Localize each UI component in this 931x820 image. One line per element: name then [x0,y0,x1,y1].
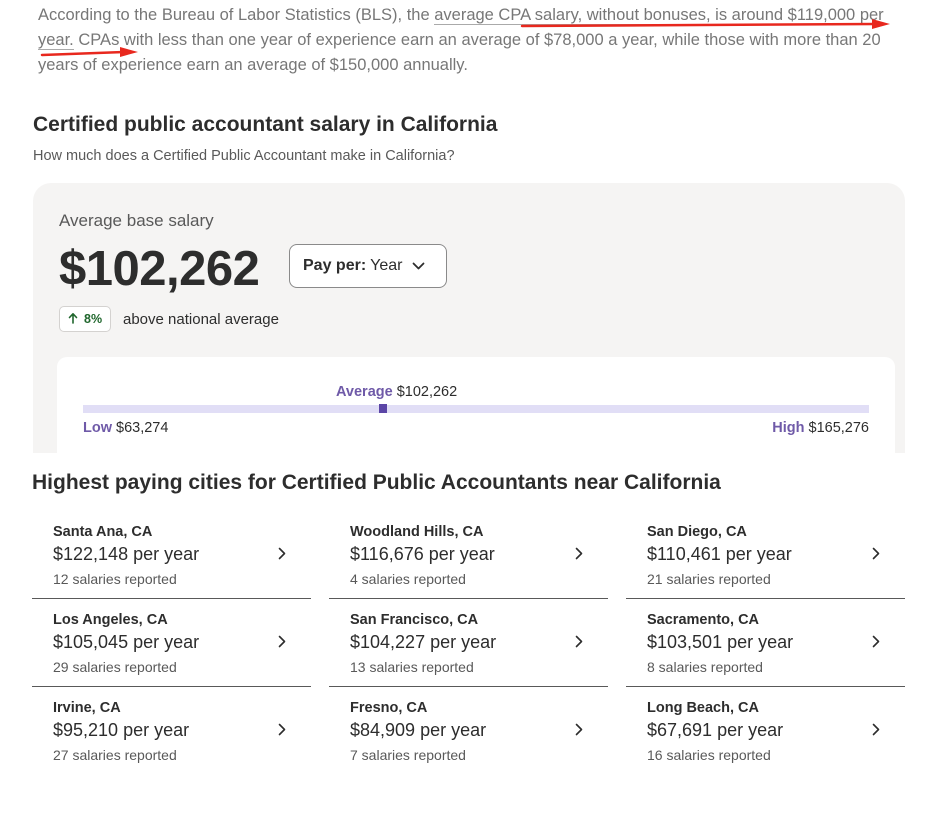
city-pay: $104,227 per year [350,632,497,652]
chevron-right-icon [869,721,883,737]
arrow-up-icon [68,311,78,327]
city-name: San Francisco, CA [350,612,479,628]
city-card[interactable]: Fresno, CA $84,909 per year 7 salaries r… [329,687,608,775]
chevron-right-icon [275,721,289,737]
city-card[interactable]: Long Beach, CA $67,691 per year 16 salar… [626,687,905,775]
city-count: 27 salaries reported [53,747,177,763]
city-name: Santa Ana, CA [53,524,153,540]
city-card[interactable]: Sacramento, CA $103,501 per year 8 salar… [626,599,905,687]
average-salary-amount: $102,262 [59,242,260,296]
city-pay: $116,676 per year [350,544,495,564]
range-average-marker [379,404,388,413]
salary-card: Average base salary $102,262 Pay per: Ye… [33,183,905,457]
city-count: 4 salaries reported [350,571,466,587]
city-pay: $67,691 per year [647,720,784,740]
city-count: 21 salaries reported [647,571,771,587]
intro-paragraph: According to the Bureau of Labor Statist… [38,3,908,78]
range-high-value: $165,276 [808,420,869,436]
range-low-value: $63,274 [116,420,169,436]
city-name: Fresno, CA [350,700,428,716]
city-card[interactable]: San Diego, CA $110,461 per year 21 salar… [626,511,905,599]
city-count: 8 salaries reported [647,659,763,675]
range-average-label: Average [336,384,393,400]
city-card[interactable]: Woodland Hills, CA $116,676 per year 4 s… [329,511,608,599]
section-subtitle: How much does a Certified Public Account… [33,148,455,164]
chevron-right-icon [572,545,586,561]
salary-range: Average $102,262 Low $63,274 High $165,276 [57,357,895,457]
city-pay: $105,045 per year [53,632,200,652]
chevron-right-icon [869,633,883,649]
city-pay: $103,501 per year [647,632,794,652]
comparison-text: above national average [123,311,279,328]
city-pay: $122,148 per year [53,544,200,564]
average-salary-label: Average base salary [59,211,214,230]
range-average-value: $102,262 [396,384,458,400]
chevron-down-icon [412,257,425,275]
city-card[interactable]: Los Angeles, CA $105,045 per year 29 sal… [32,599,311,687]
city-name: San Diego, CA [647,524,747,540]
city-count: 13 salaries reported [350,659,474,675]
range-low-label: Low [83,420,112,436]
comparison-percent: 8% [84,312,103,326]
city-name: Woodland Hills, CA [350,524,484,540]
chevron-right-icon [869,545,883,561]
annotation-arrow-left-icon [40,46,140,60]
chevron-right-icon [275,633,289,649]
city-card[interactable]: San Francisco, CA $104,227 per year 13 s… [329,599,608,687]
city-pay: $95,210 per year [53,720,190,740]
range-average: Average $102,262 [336,384,457,400]
range-high-label: High [772,420,805,436]
annotation-arrow-right-icon [520,18,892,32]
city-name: Los Angeles, CA [53,612,168,628]
range-low: Low $63,274 [83,420,168,436]
city-name: Long Beach, CA [647,700,759,716]
city-card[interactable]: Santa Ana, CA $122,148 per year 12 salar… [32,511,311,599]
chevron-right-icon [572,633,586,649]
range-high: High $165,276 [772,420,869,436]
city-card[interactable]: Irvine, CA $95,210 per year 27 salaries … [32,687,311,775]
section-title: Certified public accountant salary in Ca… [33,113,498,136]
city-count: 16 salaries reported [647,747,771,763]
comparison-badge: 8% [59,306,112,332]
intro-text-start: According to the Bureau of Labor Statist… [38,6,435,24]
cities-title: Highest paying cities for Certified Publ… [32,471,721,494]
city-pay: $110,461 per year [647,544,792,564]
pay-per-dropdown[interactable]: Pay per: Year [289,244,447,288]
chevron-right-icon [275,545,289,561]
pay-per-label: Pay per: [303,257,367,274]
pay-per-value: Year [370,257,403,274]
city-count: 29 salaries reported [53,659,177,675]
city-pay: $84,909 per year [350,720,487,740]
intro-text-end: CPAs with less than one year of experien… [38,31,881,74]
chevron-right-icon [572,721,586,737]
range-bar [83,405,869,413]
city-name: Sacramento, CA [647,612,760,628]
city-count: 12 salaries reported [53,571,177,587]
city-count: 7 salaries reported [350,747,466,763]
city-name: Irvine, CA [53,700,121,716]
